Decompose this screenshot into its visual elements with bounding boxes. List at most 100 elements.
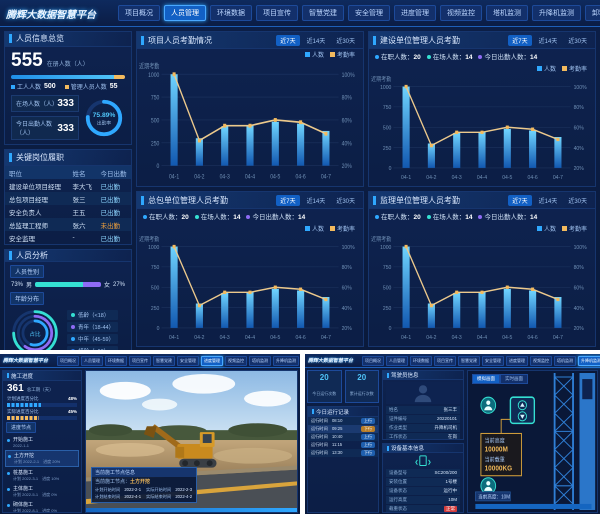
nav-item-0[interactable]: 项目概况 [118,5,160,21]
chart-range-tab[interactable]: 近14天 [303,35,330,46]
nav-item-2[interactable]: 环境数据 [105,356,127,366]
nav-item-3[interactable]: 项目宣传 [434,356,456,366]
chart-range-tab[interactable]: 近7天 [276,35,299,46]
legend-dot-icon [71,337,75,341]
svg-text:04-6: 04-6 [528,175,538,181]
nav-item-5[interactable]: 安全管理 [482,356,504,366]
video-progress-bar[interactable] [86,508,297,512]
timeline-node[interactable]: 主体施工 计划 2022-5-1 进度 0% [5,484,79,499]
attendance-status: 已出勤 [100,181,131,191]
nav-item-10[interactable]: 卸料平台 [585,5,600,21]
chart-range-tab[interactable]: 近7天 [508,195,531,206]
svg-text:04-7: 04-7 [321,335,331,341]
nav-item-5[interactable]: 安全管理 [348,5,390,21]
nav-item-3[interactable]: 项目宣传 [129,356,151,366]
chart-range-tab[interactable]: 近14天 [303,195,330,206]
nav-item-4[interactable]: 智慧党建 [458,356,480,366]
legend-swatch-icon [562,66,567,71]
chart-range-tab[interactable]: 近14天 [535,35,562,46]
age-legend-item: 青年（18-44） [67,322,118,332]
diagram-weight-label: 当前载重 [485,455,506,463]
nav-item-7[interactable]: 视频监控 [225,356,247,366]
nav-item-9[interactable]: 升降机监测 [273,356,299,366]
chart-range-tab[interactable]: 近30天 [564,35,591,46]
nav-item-4[interactable]: 智慧党建 [302,5,344,21]
timeline-node[interactable]: 开始施工 2022-1-1 [5,435,79,449]
run-records-card: 今日运行记录 运行时间 08:10 上行 运行时间 09:25 下行 运行时间 … [307,406,379,513]
nav-item-6[interactable]: 进度管理 [201,356,223,366]
chart-range-tab[interactable]: 近30天 [332,35,359,46]
timeline-node[interactable]: 土方开挖 计划 2022-2-1 进度 20% [5,450,79,467]
hoist-stat-chip: 20今日运行次数 [307,370,342,403]
direction-badge: 上行 [361,442,375,448]
site-camera-view[interactable]: 当前施工节点信息 当前施工节点：土方开挖 计划开始时间 2022-2-1实际开始… [85,370,298,513]
nav-item-5[interactable]: 安全管理 [177,356,199,366]
worker-bar-segment [11,75,114,79]
overlay-title: 当前施工节点信息 [92,468,196,477]
accent-bar [387,373,389,378]
diagram-bottom-label: 当前高度：10M [478,493,510,500]
female-percent: 27% [113,282,125,288]
nav-item-4[interactable]: 智慧党建 [153,356,175,366]
platform-logo: 腾辉大数据智慧平台 [308,357,353,364]
timeline-node[interactable]: 砌体施工 计划 2022-8-1 进度 0% [5,500,79,512]
run-record-row[interactable]: 运行时间 08:10 上行 [308,417,378,425]
table-row: 总包项目经理 张三 已出勤 [5,192,131,205]
svg-text:04-4: 04-4 [477,335,487,341]
nav-item-3[interactable]: 项目宣传 [256,5,298,21]
svg-text:60%: 60% [342,118,352,125]
worker-value: 500 [44,83,56,90]
onsite-label: 在场人数（人） [16,99,57,108]
svg-text:04-7: 04-7 [321,174,331,181]
chart-range-tab[interactable]: 近30天 [564,195,591,206]
nav-item-0[interactable]: 项目概况 [57,356,79,366]
run-record-row[interactable]: 运行时间 13:30 下行 [308,449,378,457]
nav-item-9[interactable]: 升降机监测 [578,356,600,366]
chart-range-tab[interactable]: 近7天 [276,195,299,206]
nav-item-1[interactable]: 人员管理 [81,356,103,366]
platform-logo: 腾辉大数据智慧平台 [3,357,48,364]
nav-item-8[interactable]: 塔机监测 [249,356,271,366]
chart-legend: 人数考勤率 [369,223,595,233]
male-bar-segment [35,282,83,287]
stat-dot-icon [375,215,379,219]
nav-item-6[interactable]: 进度管理 [506,356,528,366]
nav-item-7[interactable]: 视频监控 [440,5,482,21]
nav-item-2[interactable]: 环境数据 [410,356,432,366]
age-legend: 低龄（<18）青年（18-44）中年（45-59）超龄（≥60） [67,310,118,350]
attendance-chart-card: 项目人员考勤情况 近7天近14天近30天人数考勤率 近期考勤1000750500… [136,31,364,187]
device-title: 设备基本信息 [391,444,459,452]
diagram-mode-tab[interactable]: 实时画面 [500,374,528,384]
nav-item-1[interactable]: 人员管理 [386,356,408,366]
diagram-mode-tab[interactable]: 模拟画面 [472,374,500,384]
nav-item-7[interactable]: 视频监控 [530,356,552,366]
female-bar-segment [83,282,101,287]
diagram-height-label: 当前高度 [485,436,506,444]
overlay-date-item: 计划开始时间 2022-2-1 [95,487,142,493]
svg-text:04-4: 04-4 [245,335,255,341]
run-record-row[interactable]: 运行时间 10:40 上行 [308,433,378,441]
svg-text:04-2: 04-2 [194,335,204,341]
nav-item-8[interactable]: 塔机监测 [554,356,576,366]
nav-item-8[interactable]: 塔机监测 [486,5,528,21]
nav-item-0[interactable]: 项目概况 [362,356,384,366]
chart-range-tab[interactable]: 近7天 [508,35,531,46]
height-progress-bar [475,504,591,509]
age-legend-item: 中年（45-59） [67,334,118,344]
nav-item-9[interactable]: 升降机监测 [532,5,581,21]
run-record-row[interactable]: 运行时间 09:25 下行 [308,425,378,433]
svg-text:60%: 60% [342,285,352,291]
current-node-overlay: 当前施工节点信息 当前施工节点：土方开挖 计划开始时间 2022-2-1实际开始… [91,467,197,503]
nav-item-6[interactable]: 进度管理 [394,5,436,21]
svg-text:04-3: 04-3 [452,335,462,341]
overlay-node-value: 土方开挖 [130,479,150,485]
driver-field: 证件编号20220101 [386,415,460,423]
nav-item-2[interactable]: 环境数据 [210,5,252,21]
timeline-node[interactable]: 桩基施工 计划 2022-3-1 进度 10% [5,468,79,483]
chart-legend: 人数考勤率 [369,63,595,73]
chart-range-tab[interactable]: 近30天 [332,195,359,206]
chart-range-tab[interactable]: 近14天 [535,195,562,206]
logo-divider [105,6,112,20]
nav-item-1[interactable]: 人员管理 [164,5,206,21]
run-record-row[interactable]: 运行时间 11:15 上行 [308,441,378,449]
